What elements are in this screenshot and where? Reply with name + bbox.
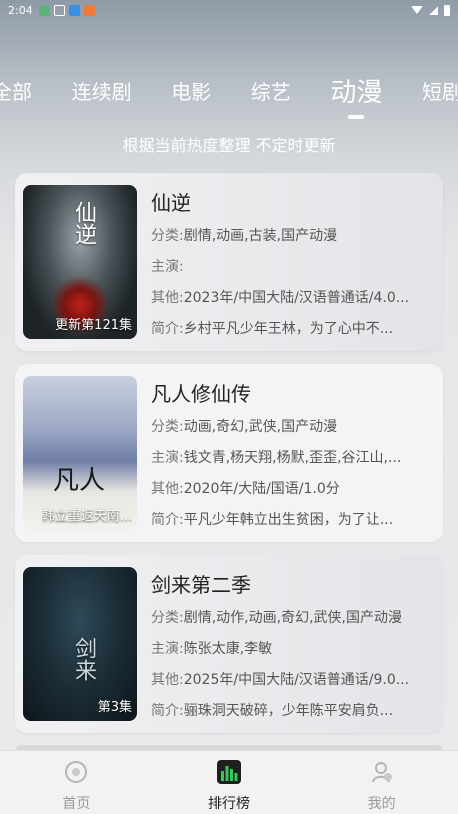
status-time: 2:04	[8, 3, 33, 17]
page-subtitle: 根据当前热度整理 不定时更新	[122, 136, 336, 155]
list-item[interactable]: 仙逆 更新第121集 仙逆 分类:剧情,动画,古装,国产动漫 主演: 其他:20…	[15, 173, 443, 351]
other-value: 2020年/大陆/国语/1.0分	[183, 481, 340, 497]
cast-value: 陈张太康,李敏	[183, 641, 273, 657]
cast-value: 钱文青,杨天翔,杨默,歪歪,谷江山,...	[183, 450, 402, 466]
poster-title: 凡人	[53, 466, 106, 496]
episode-badge: 更新第121集	[55, 318, 132, 333]
nav-ranking[interactable]: 排行榜	[179, 759, 279, 813]
poster-title: 仙逆	[71, 201, 96, 245]
tab-short[interactable]: 短剧	[422, 70, 458, 111]
list-item[interactable]: 剑来 第3集 剑来第二季 分类:剧情,动作,动画,奇幻,武侠,国产动漫 主演:陈…	[15, 555, 443, 733]
summary-label: 简介:	[151, 321, 184, 337]
category-value: 剧情,动作,动画,奇幻,武侠,国产动漫	[183, 610, 402, 626]
list-item[interactable]: 凡人 韩立重返天南... 凡人修仙传 分类:动画,奇幻,武侠,国产动漫 主演:钱…	[15, 364, 443, 542]
nav-ranking-label: 排行榜	[207, 796, 250, 812]
battery-icon	[444, 4, 450, 16]
category-tabs: 全部 连续剧 电影 综艺 动漫 短剧	[0, 70, 458, 119]
item-title: 剑来第二季	[151, 573, 251, 597]
tab-movie[interactable]: 电影	[171, 70, 211, 111]
profile-icon	[371, 762, 392, 783]
tab-series[interactable]: 连续剧	[72, 70, 132, 111]
summary-label: 简介:	[151, 703, 184, 719]
poster-image: 凡人 韩立重返天南...	[23, 376, 137, 530]
poster-title: 剑来	[71, 637, 96, 681]
other-value: 2025年/中国大陆/汉语普通话/9.0...	[183, 672, 410, 688]
other-label: 其他:	[151, 481, 184, 497]
ranking-list: 仙逆 更新第121集 仙逆 分类:剧情,动画,古装,国产动漫 主演: 其他:20…	[15, 173, 443, 751]
summary-value: 平凡少年韩立出生贫困，为了让...	[183, 512, 394, 528]
bluetooth-notification-icon	[68, 4, 80, 16]
category-label: 分类:	[151, 610, 184, 626]
cast-label: 主演:	[151, 450, 184, 466]
nav-home-label: 首页	[62, 796, 91, 812]
message-notification-icon	[83, 4, 95, 16]
app-notification-icon	[38, 4, 50, 16]
poster-image: 剑来 第3集	[23, 567, 137, 721]
category-label: 分类:	[151, 419, 184, 435]
other-label: 其他:	[151, 672, 184, 688]
tab-variety[interactable]: 综艺	[251, 70, 291, 111]
summary-value: 骊珠洞天破碎，少年陈平安肩负...	[183, 703, 394, 719]
bottom-nav: 首页 排行榜 我的	[0, 750, 458, 814]
wifi-icon	[411, 6, 423, 14]
other-value: 2023年/中国大陆/汉语普通话/4.0...	[183, 290, 410, 306]
poster-image: 仙逆 更新第121集	[23, 185, 137, 339]
other-label: 其他:	[151, 290, 184, 306]
nav-profile[interactable]: 我的	[332, 759, 432, 813]
item-title: 凡人修仙传	[151, 382, 251, 406]
tab-all[interactable]: 全部	[0, 70, 32, 111]
cast-label: 主演:	[151, 641, 184, 657]
episode-badge: 第3集	[97, 700, 132, 715]
category-value: 剧情,动画,古装,国产动漫	[183, 228, 338, 244]
nav-home[interactable]: 首页	[26, 759, 126, 813]
cast-label: 主演:	[151, 259, 184, 275]
category-label: 分类:	[151, 228, 184, 244]
nav-profile-label: 我的	[367, 796, 396, 812]
ranking-icon	[216, 760, 241, 784]
summary-label: 简介:	[151, 512, 184, 528]
item-title: 仙逆	[151, 191, 191, 215]
box-notification-icon	[53, 4, 65, 16]
signal-icon	[429, 5, 438, 15]
summary-value: 乡村平凡少年王林，为了心中不...	[183, 321, 394, 337]
episode-badge: 韩立重返天南...	[41, 509, 132, 524]
tab-anime[interactable]: 动漫	[330, 70, 382, 119]
category-value: 动画,奇幻,武侠,国产动漫	[183, 419, 338, 435]
home-icon	[65, 761, 88, 783]
status-bar: 2:04	[0, 0, 458, 20]
